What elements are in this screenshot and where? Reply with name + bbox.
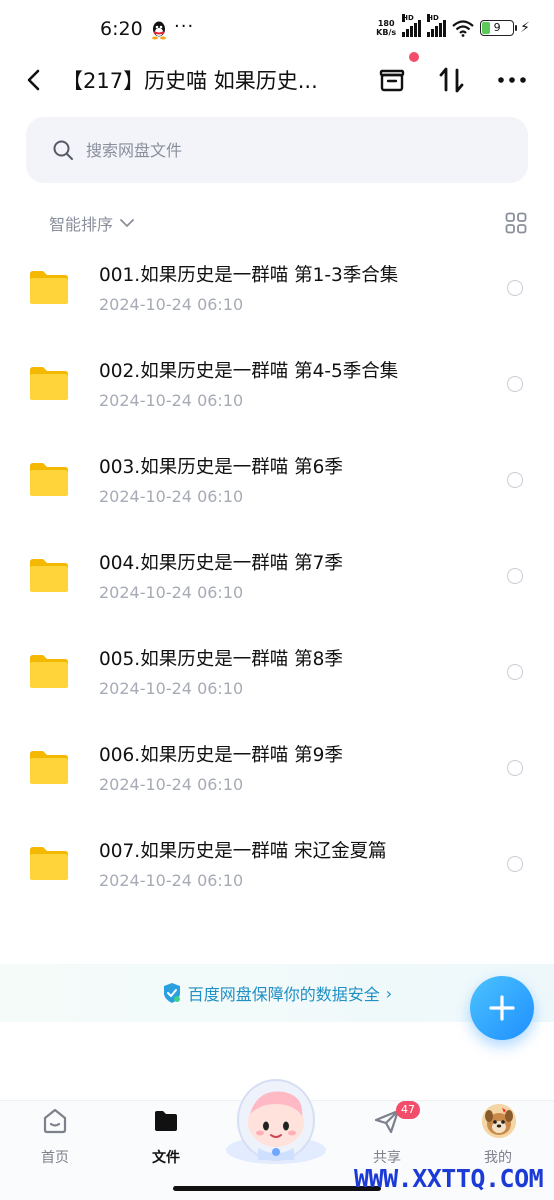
avatar[interactable] bbox=[482, 1104, 516, 1138]
file-row[interactable]: 005.如果历史是一群喵 第8季 2024-10-24 06:10 bbox=[0, 624, 554, 720]
folder-icon bbox=[30, 847, 68, 880]
more-icon[interactable] bbox=[496, 64, 528, 96]
file-row[interactable]: 002.如果历史是一群喵 第4-5季合集 2024-10-24 06:10 bbox=[0, 336, 554, 432]
home-indicator bbox=[173, 1186, 381, 1191]
select-radio[interactable] bbox=[507, 568, 523, 584]
dog-avatar-icon bbox=[482, 1104, 516, 1138]
status-right-group: 180 KB/s HD HD 9 ⚡ bbox=[376, 14, 530, 37]
search-input[interactable] bbox=[86, 140, 466, 160]
file-date: 2024-10-24 06:10 bbox=[99, 487, 244, 506]
network-speed-unit: KB/s bbox=[376, 28, 397, 37]
file-date: 2024-10-24 06:10 bbox=[99, 391, 244, 410]
file-date: 2024-10-24 06:10 bbox=[99, 679, 244, 698]
file-row[interactable]: 007.如果历史是一群喵 宋辽金夏篇 2024-10-24 06:10 bbox=[0, 816, 554, 912]
page-title: 【217】历史喵 如果历史... bbox=[62, 69, 318, 93]
select-radio[interactable] bbox=[507, 856, 523, 872]
sort-dropdown[interactable]: 智能排序 bbox=[49, 211, 135, 235]
signal-icon: HD bbox=[402, 14, 422, 37]
plus-icon bbox=[489, 995, 515, 1021]
charging-icon: ⚡ bbox=[520, 20, 530, 36]
sort-label: 智能排序 bbox=[49, 215, 114, 234]
security-banner-text: 百度网盘保障你的数据安全 bbox=[187, 985, 380, 1004]
transfer-icon[interactable] bbox=[436, 64, 468, 96]
file-list: 001.如果历史是一群喵 第1-3季合集 2024-10-24 06:10 00… bbox=[0, 240, 554, 912]
select-radio[interactable] bbox=[507, 472, 523, 488]
select-radio[interactable] bbox=[507, 280, 523, 296]
file-date: 2024-10-24 06:10 bbox=[99, 871, 244, 890]
file-name: 005.如果历史是一群喵 第8季 bbox=[99, 649, 343, 670]
nav-files-label: 文件 bbox=[152, 1150, 180, 1166]
file-name: 007.如果历史是一群喵 宋辽金夏篇 bbox=[99, 841, 387, 862]
select-radio[interactable] bbox=[507, 664, 523, 680]
nav-home[interactable]: 首页 bbox=[15, 1101, 95, 1181]
file-name: 002.如果历史是一群喵 第4-5季合集 bbox=[99, 361, 399, 382]
network-speed: 180 KB/s bbox=[376, 19, 396, 37]
chevron-right-icon: › bbox=[385, 983, 393, 1003]
file-name: 006.如果历史是一群喵 第9季 bbox=[99, 745, 343, 766]
battery-icon: 9 bbox=[480, 20, 518, 36]
signal-icon-2: HD bbox=[427, 14, 447, 37]
folder-icon bbox=[30, 655, 68, 688]
folder-icon bbox=[30, 559, 68, 592]
wifi-icon bbox=[452, 19, 474, 37]
nav-home-label: 首页 bbox=[41, 1150, 69, 1166]
file-date: 2024-10-24 06:10 bbox=[99, 583, 244, 602]
signal-hd-label: HD bbox=[402, 14, 414, 22]
chevron-down-icon bbox=[120, 219, 134, 227]
mascot-assistant-icon[interactable] bbox=[224, 1070, 328, 1164]
notification-dot bbox=[409, 52, 419, 62]
search-icon bbox=[53, 140, 73, 160]
status-time: 6:20 bbox=[100, 18, 143, 40]
file-row[interactable]: 003.如果历史是一群喵 第6季 2024-10-24 06:10 bbox=[0, 432, 554, 528]
file-row[interactable]: 004.如果历史是一群喵 第7季 2024-10-24 06:10 bbox=[0, 528, 554, 624]
qq-icon bbox=[152, 21, 166, 40]
signal-hd-label-2: HD bbox=[427, 14, 439, 22]
watermark-text: WWW.XXTTQ.COM bbox=[354, 1164, 544, 1193]
folder-icon bbox=[30, 751, 68, 784]
file-row[interactable]: 006.如果历史是一群喵 第9季 2024-10-24 06:10 bbox=[0, 720, 554, 816]
file-name: 003.如果历史是一群喵 第6季 bbox=[99, 457, 343, 478]
add-button[interactable] bbox=[470, 976, 534, 1040]
folder-tab-icon bbox=[155, 1111, 177, 1131]
folder-icon bbox=[30, 367, 68, 400]
network-speed-value: 180 bbox=[377, 19, 395, 28]
status-bar: 6:20 ··· 180 KB/s HD HD 9 ⚡ bbox=[0, 0, 554, 60]
select-radio[interactable] bbox=[507, 760, 523, 776]
share-badge: 47 bbox=[396, 1101, 420, 1119]
battery-level: 9 bbox=[493, 21, 501, 34]
search-bar[interactable] bbox=[26, 117, 528, 183]
folder-icon bbox=[30, 463, 68, 496]
status-more-dots: ··· bbox=[174, 16, 195, 37]
select-radio[interactable] bbox=[507, 376, 523, 392]
file-name: 001.如果历史是一群喵 第1-3季合集 bbox=[99, 265, 399, 286]
nav-files[interactable]: 文件 bbox=[126, 1101, 206, 1181]
folder-icon bbox=[30, 271, 68, 304]
home-icon bbox=[43, 1108, 67, 1134]
shield-icon bbox=[163, 983, 180, 1003]
file-date: 2024-10-24 06:10 bbox=[99, 775, 244, 794]
back-icon[interactable] bbox=[20, 66, 48, 94]
file-date: 2024-10-24 06:10 bbox=[99, 295, 244, 314]
grid-view-icon[interactable] bbox=[505, 212, 527, 234]
archive-box-icon[interactable] bbox=[376, 64, 408, 96]
header-bar: 【217】历史喵 如果历史... bbox=[0, 52, 554, 104]
file-name: 004.如果历史是一群喵 第7季 bbox=[99, 553, 343, 574]
file-row[interactable]: 001.如果历史是一群喵 第1-3季合集 2024-10-24 06:10 bbox=[0, 240, 554, 336]
